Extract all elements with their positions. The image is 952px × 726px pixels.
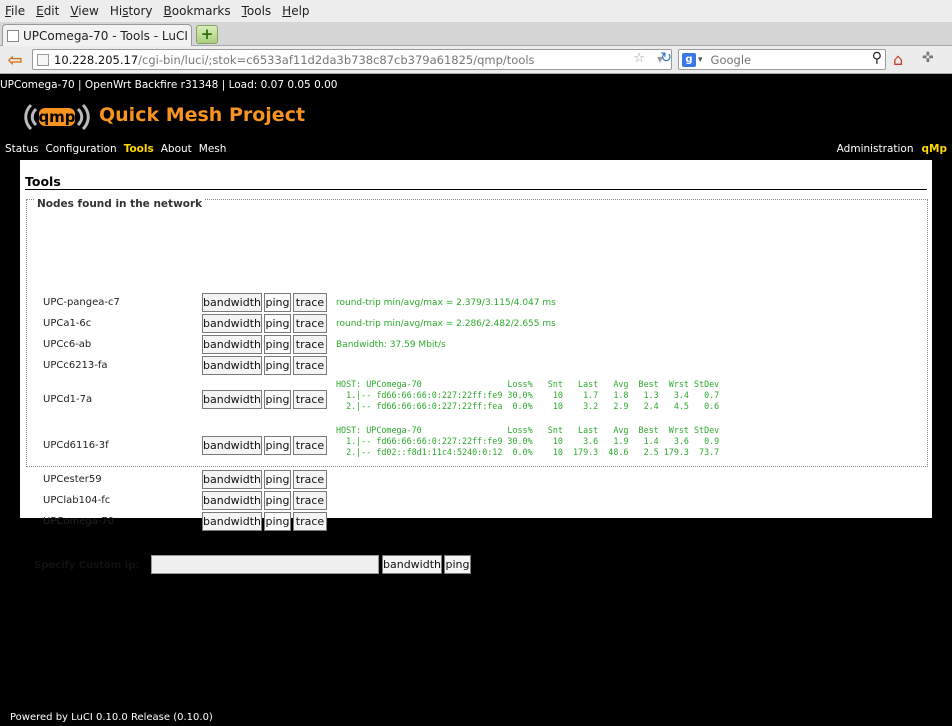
bandwidth-button[interactable]: bandwidth xyxy=(202,356,262,375)
content-panel: Tools Nodes found in the network UPC-pan… xyxy=(20,160,932,574)
google-engine-icon[interactable]: g xyxy=(682,52,696,67)
url-host: 10.228.205.17 xyxy=(54,52,139,67)
node-name: UPCester59 xyxy=(43,474,102,485)
reload-icon[interactable]: ↻ xyxy=(660,50,672,66)
ping-button[interactable]: ping xyxy=(264,293,291,312)
tab-strip: UPComega-70 - Tools - LuCI + xyxy=(0,22,952,46)
trace-button[interactable]: trace xyxy=(293,293,327,312)
navigation-toolbar: ⇦ 10.228.205.17/cgi-bin/luci/;stok=c6533… xyxy=(0,46,952,74)
node-name: UPClab104-fc xyxy=(43,495,111,506)
menu-bookmarks[interactable]: Bookmarks xyxy=(164,4,231,18)
node-name: UPCd1-7a xyxy=(43,394,93,405)
router-status-line: UPComega-70 | OpenWrt Backfire r31348 | … xyxy=(0,79,338,91)
site-identity-icon xyxy=(37,53,49,66)
trace-button[interactable]: trace xyxy=(293,314,327,333)
page-viewport: UPComega-70 | OpenWrt Backfire r31348 | … xyxy=(0,75,952,726)
custom-bandwidth-button[interactable]: bandwidth xyxy=(382,555,442,574)
nav-status[interactable]: Status xyxy=(5,143,38,155)
menu-help[interactable]: Help xyxy=(282,4,309,18)
tab-title: UPComega-70 - Tools - LuCI xyxy=(23,28,188,43)
menu-edit[interactable]: Edit xyxy=(36,4,59,18)
menu-tools[interactable]: Tools xyxy=(242,4,272,18)
menu-history[interactable]: History xyxy=(110,4,153,18)
ping-button[interactable]: ping xyxy=(264,335,291,354)
bandwidth-button[interactable]: bandwidth xyxy=(202,335,262,354)
node-name: UPCc6-ab xyxy=(43,339,92,350)
custom-ip-label: Specify Custom ip: xyxy=(34,560,140,571)
nodes-legend: Nodes found in the network xyxy=(34,198,206,210)
bandwidth-button[interactable]: bandwidth xyxy=(202,293,262,312)
node-name: UPCc6213-fa xyxy=(43,360,108,371)
bookmark-star-icon[interactable]: ☆ xyxy=(633,51,645,66)
nav-qmp[interactable]: qMp xyxy=(922,143,947,155)
favicon-icon xyxy=(7,29,19,42)
back-arrow-icon[interactable]: ⇦ xyxy=(4,50,26,71)
trace-button[interactable]: trace xyxy=(293,335,327,354)
ping-button[interactable]: ping xyxy=(264,314,291,333)
node-result: round-trip min/avg/max = 2.286/2.482/2.6… xyxy=(336,319,556,329)
trace-button[interactable]: trace xyxy=(293,470,327,489)
node-name: UPCa1-6c xyxy=(43,318,92,329)
custom-ping-button[interactable]: ping xyxy=(444,555,471,574)
ping-button[interactable]: ping xyxy=(264,390,291,409)
nav-tools[interactable]: Tools xyxy=(124,143,154,155)
ping-button[interactable]: ping xyxy=(264,436,291,455)
ping-button[interactable]: ping xyxy=(264,470,291,489)
bandwidth-button[interactable]: bandwidth xyxy=(202,512,262,531)
trace-output: HOST: UPComega-70 Loss% Snt Last Avg Bes… xyxy=(336,425,720,457)
nav-configuration[interactable]: Configuration xyxy=(45,143,116,155)
nav-administration[interactable]: Administration xyxy=(837,143,914,155)
svg-text:qmp: qmp xyxy=(38,108,75,126)
bandwidth-button[interactable]: bandwidth xyxy=(202,470,262,489)
browser-menubar: File Edit View History Bookmarks Tools H… xyxy=(0,0,952,22)
search-icon[interactable]: ⚲ xyxy=(872,50,882,66)
addons-icon[interactable]: ✜ xyxy=(922,50,942,69)
new-tab-plus-icon[interactable]: + xyxy=(196,25,218,44)
bandwidth-button[interactable]: bandwidth xyxy=(202,491,262,510)
url-path: /cgi-bin/luci/;stok=c6533af11d2da3b738c8… xyxy=(138,52,535,67)
node-name: UPComega-70 xyxy=(43,516,115,527)
nav-mesh[interactable]: Mesh xyxy=(199,143,227,155)
browser-tab[interactable]: UPComega-70 - Tools - LuCI xyxy=(2,24,192,46)
ping-button[interactable]: ping xyxy=(264,512,291,531)
trace-button[interactable]: trace xyxy=(293,356,327,375)
page-title: Tools xyxy=(25,174,61,189)
trace-button[interactable]: trace xyxy=(293,436,327,455)
right-nav: Administration qMp xyxy=(837,143,947,155)
url-bar[interactable]: 10.228.205.17/cgi-bin/luci/;stok=c6533af… xyxy=(32,49,672,70)
bandwidth-button[interactable]: bandwidth xyxy=(202,390,262,409)
bandwidth-button[interactable]: bandwidth xyxy=(202,314,262,333)
title-divider xyxy=(25,189,927,190)
node-result: Bandwidth: 37.59 Mbit/s xyxy=(336,340,446,350)
main-nav: Status Configuration Tools About Mesh xyxy=(5,143,233,155)
menu-view[interactable]: View xyxy=(70,4,98,18)
trace-button[interactable]: trace xyxy=(293,491,327,510)
trace-output: HOST: UPComega-70 Loss% Snt Last Avg Bes… xyxy=(336,379,720,411)
search-bar[interactable]: g ▾ ⚲ xyxy=(678,49,886,70)
bandwidth-button[interactable]: bandwidth xyxy=(202,436,262,455)
node-result: round-trip min/avg/max = 2.379/3.115/4.0… xyxy=(336,298,556,308)
home-icon[interactable]: ⌂ xyxy=(893,50,913,69)
nav-about[interactable]: About xyxy=(161,143,192,155)
footer-text: Powered by LuCI 0.10.0 Release (0.10.0) xyxy=(10,712,213,723)
ping-button[interactable]: ping xyxy=(264,491,291,510)
trace-button[interactable]: trace xyxy=(293,390,327,409)
custom-ip-input[interactable] xyxy=(151,555,379,574)
brand-title: Quick Mesh Project xyxy=(99,104,306,126)
engine-dropdown-icon[interactable]: ▾ xyxy=(698,55,703,65)
ping-button[interactable]: ping xyxy=(264,356,291,375)
node-name: UPCd6116-3f xyxy=(43,440,109,451)
node-name: UPC-pangea-c7 xyxy=(43,297,120,308)
search-input[interactable] xyxy=(710,52,861,67)
menu-file[interactable]: File xyxy=(5,4,25,18)
qmp-logo-icon: qmp xyxy=(24,103,90,131)
trace-button[interactable]: trace xyxy=(293,512,327,531)
